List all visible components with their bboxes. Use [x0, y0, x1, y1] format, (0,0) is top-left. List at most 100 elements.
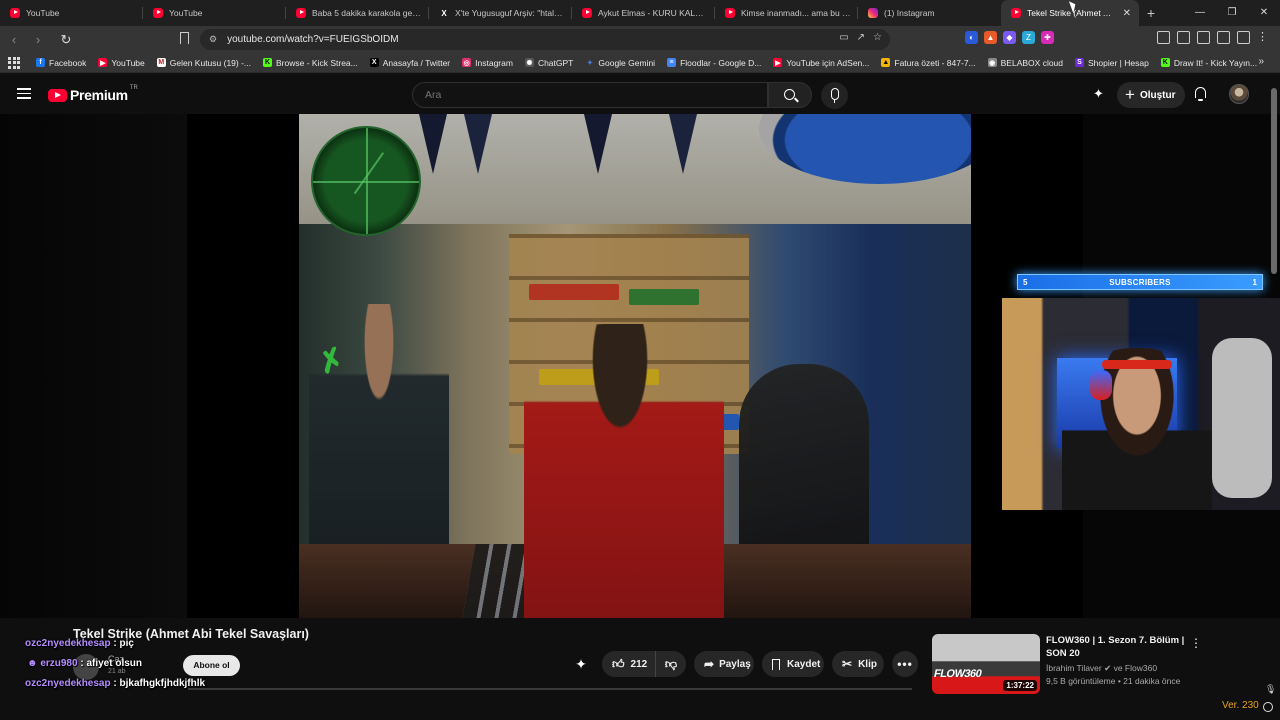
bookmark-item[interactable]: f Facebook [36, 58, 86, 68]
recommended-stats: 9,5 B görüntüleme • 21 dakika önce [1046, 676, 1181, 686]
recommended-thumbnail[interactable]: FLOW360 1:37:22 [932, 634, 1040, 694]
browser-tab[interactable]: (1) Instagram [858, 0, 1001, 26]
close-window-icon[interactable]: ✕ [1248, 0, 1280, 26]
address-bar[interactable]: ⚙ youtube.com/watch?v=FUEIGSbOIDM ▭ ↗ ☆ [200, 29, 890, 50]
url-text[interactable]: youtube.com/watch?v=FUEIGSbOIDM [227, 34, 398, 45]
back-icon[interactable]: ‹ [4, 32, 24, 47]
bookmark-item[interactable]: K Draw It! - Kick Yayın... [1160, 58, 1257, 68]
close-tab-icon[interactable]: ✕ [1123, 8, 1131, 19]
star-icon[interactable]: ☆ [873, 32, 882, 43]
chat-badge-icon: ☻ [27, 658, 38, 669]
voice-search-icon[interactable] [821, 82, 848, 109]
browser-tab[interactable]: Baba 5 dakika karakola gelebili [286, 0, 429, 26]
share-button[interactable]: ➦ Paylaş [694, 651, 754, 677]
create-button[interactable]: + Oluştur [1117, 82, 1185, 108]
chatgpt-icon: ✺ [524, 58, 534, 67]
x-icon: X [441, 8, 447, 18]
youtube-icon [296, 8, 306, 18]
wallet-icon[interactable] [1197, 31, 1210, 44]
video-player[interactable]: ✗ 5 SUBSCRIBERS 1 [0, 114, 1280, 618]
sparkle-icon[interactable]: ✦ [1093, 87, 1107, 100]
kick-icon: K [263, 58, 273, 67]
bookmarks-overflow-icon[interactable]: » [1258, 56, 1264, 67]
cast-icon[interactable]: ▭ [839, 32, 848, 43]
scissors-icon: ✂ [842, 657, 853, 671]
dislike-button[interactable]: 👎︎ [656, 657, 686, 672]
reload-icon[interactable]: ↻ [56, 32, 76, 48]
bookmark-item[interactable]: K Browse - Kick Strea... [263, 58, 358, 68]
save-button[interactable]: Kaydet [762, 651, 824, 677]
forward-icon[interactable]: › [28, 32, 48, 47]
version-label: Ver. 230 [1222, 700, 1259, 711]
bookmark-item[interactable]: ≡ Floodlar - Google D... [667, 58, 761, 68]
apps-grid-icon[interactable] [8, 56, 20, 69]
sidebar-icon[interactable] [1177, 31, 1190, 44]
kebab-menu-icon[interactable]: ⋮ [1190, 636, 1202, 650]
extension-icon[interactable]: ◆ [1003, 31, 1016, 44]
youtube-premium-logo[interactable]: Premium TR [48, 85, 138, 103]
more-actions-button[interactable]: ••• [892, 651, 918, 677]
microphone-icon[interactable]: 🎙︎ [1265, 684, 1276, 695]
recommended-channel[interactable]: İbrahim Tilaver ✔ ve Flow360 [1046, 663, 1157, 674]
chat-message: ozc2nyedekhesap : piç [25, 638, 134, 649]
bookmark-item[interactable]: ◎ Instagram [462, 58, 513, 68]
bookmark-item[interactable]: ✺ ChatGPT [524, 58, 573, 68]
bookmark-item[interactable]: ◉ BELABOX cloud [987, 58, 1063, 68]
clip-button[interactable]: ✂ Klip [832, 651, 884, 677]
youtube-icon [10, 8, 20, 18]
browser-tab[interactable]: X X'te Yugusuguf Arşiv: "htalks a [429, 0, 572, 26]
browser-tab[interactable]: Kimse inanmadı... ama bu tebe [715, 0, 858, 26]
settings-icon[interactable] [1263, 702, 1273, 712]
instagram-icon: ◎ [462, 58, 472, 67]
search-button[interactable] [768, 82, 812, 108]
stream-chat-overlay: ozc2nyedekhesap : piç ☻ erzu980 : afiyet… [25, 638, 265, 700]
like-button[interactable]: 👍︎ 212 [602, 651, 656, 677]
share-page-icon[interactable]: ↗ [857, 32, 865, 43]
share-icon: ➦ [704, 657, 715, 671]
chat-message: ☻ erzu980 : afiyet olsun [27, 658, 143, 669]
browser-tab[interactable]: YouTube [0, 0, 143, 26]
restore-icon[interactable]: ❐ [1216, 0, 1248, 26]
subscribers-overlay: 5 SUBSCRIBERS 1 [1017, 274, 1263, 290]
invoice-icon: ▲ [881, 58, 891, 67]
account-avatar[interactable] [1229, 84, 1249, 104]
browser-tab[interactable]: Aykut Elmas - KURU KALMADI [572, 0, 715, 26]
browser-actions: ⋮ [1157, 31, 1270, 44]
gmail-icon: M [156, 58, 166, 67]
ask-ai-icon[interactable]: ✦ [572, 655, 590, 673]
chat-message: ozc2nyedekhesap : bjkafhgkfjhdkjfhlk [25, 678, 206, 689]
extension-icon[interactable]: ◐ [965, 31, 978, 44]
bookmark-item[interactable]: S Shopier | Hesap [1075, 58, 1149, 68]
recommended-video[interactable]: FLOW360 1:37:22 FLOW360 | 1. Sezon 7. Bö… [932, 634, 1272, 694]
video-actions: ✦ 👍︎ 212 👎︎ ➦ Paylaş Kaydet ✂ Klip ••• [572, 650, 926, 678]
streamer [1062, 348, 1212, 510]
profile-icon[interactable] [1237, 31, 1250, 44]
search-icon [784, 89, 795, 100]
search-input[interactable] [412, 82, 768, 108]
bookmark-item[interactable]: ▶ YouTube için AdSen... [773, 58, 869, 68]
menu-icon[interactable] [17, 88, 31, 99]
recommended-title[interactable]: FLOW360 | 1. Sezon 7. Bölüm | SON 20 [1046, 634, 1206, 660]
notifications-icon[interactable] [1194, 87, 1207, 101]
extension-icon[interactable]: Z [1022, 31, 1035, 44]
browser-menu-icon[interactable]: ⋮ [1257, 31, 1270, 44]
media-icon[interactable] [1157, 31, 1170, 44]
download-icon[interactable] [1217, 31, 1230, 44]
site-info-icon[interactable]: ⚙ [209, 34, 217, 45]
bookmark-page-icon[interactable] [180, 32, 189, 44]
bookmark-item[interactable]: X Anasayfa / Twitter [369, 58, 450, 68]
browser-tab[interactable]: YouTube [143, 0, 286, 26]
bookmark-item[interactable]: ▲ Fatura özeti - 847-7... [881, 58, 976, 68]
minimize-icon[interactable]: — [1184, 0, 1216, 26]
watch-metadata: Tekel Strike (Ahmet Abi Tekel Savaşları)… [0, 618, 1280, 720]
player-letterbox-left [0, 114, 187, 618]
bookmark-item[interactable]: ✦ Google Gemini [585, 58, 655, 68]
bookmark-item[interactable]: M Gelen Kutusu (19) -... [156, 58, 251, 68]
extension-icon[interactable]: ▲ [984, 31, 997, 44]
bookmark-item[interactable]: ▶ YouTube [98, 58, 145, 68]
video-frame[interactable]: ✗ [299, 114, 971, 618]
instagram-icon [868, 8, 878, 18]
extension-icon[interactable]: ✚ [1041, 31, 1054, 44]
new-tab-button[interactable]: + [1139, 5, 1163, 21]
page-scrollbar[interactable] [1271, 88, 1277, 274]
